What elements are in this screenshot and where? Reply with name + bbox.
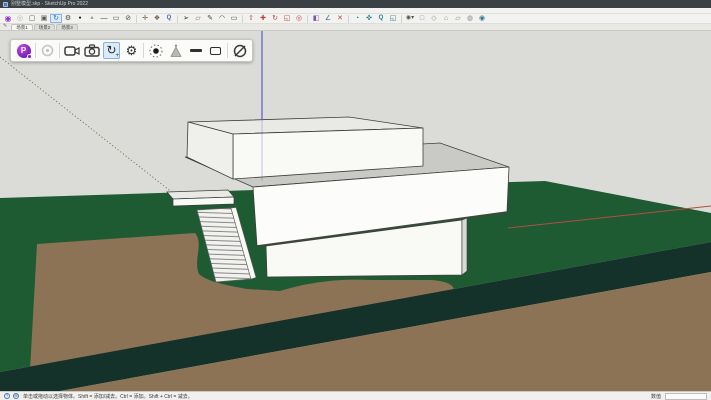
main-toolbar: ◉◎▢▣↻⚙●▲—▭⊘✛❖Q➢▱✎◠▭⇧✚↻◱◎◧∠✕◔✜Q◱◉▾□◇⌂▱◍◉	[0, 14, 711, 24]
spot-light-cone-icon	[168, 43, 184, 59]
view-side-button[interactable]: ▱	[452, 14, 464, 23]
linear-light-button[interactable]	[187, 42, 204, 59]
bottom-slab-side	[462, 218, 467, 275]
circle-dot-icon	[40, 43, 55, 58]
separator[interactable]	[401, 15, 402, 23]
render-preview-button[interactable]	[39, 42, 56, 59]
axes-tool-button[interactable]: ✕	[334, 14, 346, 23]
tape-measure-button[interactable]: ∠	[322, 14, 334, 23]
toolbar-separator	[59, 43, 60, 58]
status-icons: ?⊕	[4, 393, 19, 399]
linear-light-button[interactable]: —	[98, 14, 110, 23]
sketchup-window: 别墅模型.skp - SketchUp Pro 2022 ◉◎▢▣↻⚙●▲—▭⊘…	[0, 0, 711, 400]
spot-light-button[interactable]	[167, 42, 184, 59]
title-bar: 别墅模型.skp - SketchUp Pro 2022	[0, 0, 711, 8]
eye-off-icon	[232, 43, 248, 59]
eraser-tool-button[interactable]: ▱	[192, 14, 204, 23]
separator[interactable]	[242, 15, 243, 23]
separator[interactable]	[177, 15, 178, 23]
video-camera-icon	[64, 45, 80, 57]
area-light-icon	[210, 47, 221, 55]
separator[interactable]	[136, 15, 137, 23]
zoom-extents-button[interactable]: ◱	[387, 14, 399, 23]
push-pull-button[interactable]: ⇧	[245, 14, 257, 23]
video-camera-button[interactable]	[63, 42, 80, 59]
offset-tool-button[interactable]: ◎	[293, 14, 305, 23]
window-title: 别墅模型.skp - SketchUp Pro 2022	[11, 0, 88, 8]
viewport-3d[interactable]	[0, 31, 711, 391]
video-camera-button[interactable]: ▢	[26, 14, 38, 23]
select-tool-button[interactable]: ➢	[180, 14, 192, 23]
zoom-view-button[interactable]: Q	[375, 14, 387, 23]
hide-lights-button[interactable]: ⊘	[122, 14, 134, 23]
plugin-logo-button[interactable]: ◉	[2, 14, 14, 23]
plugin-logo-icon: P	[17, 44, 31, 58]
photo-camera-icon	[84, 44, 100, 57]
shapes-tool-button[interactable]: ▭	[228, 14, 240, 23]
toolkit-button[interactable]: ❖	[151, 14, 163, 23]
view-iso-button[interactable]: ◇	[428, 14, 440, 23]
area-light-button[interactable]	[207, 42, 224, 59]
sketchup-app-icon	[3, 2, 8, 7]
measurement-input[interactable]	[665, 393, 707, 400]
plus-badge-icon: +	[115, 53, 119, 59]
toolbar-separator	[35, 43, 36, 58]
status-bar: ?⊕ 单击或拖动以选择物体。Shift = 添加/减去。Ctrl = 添加。Sh…	[0, 391, 711, 400]
styles-dropdown-button[interactable]: ◉▾	[404, 14, 416, 23]
rotate-tool-button[interactable]: ↻	[269, 14, 281, 23]
shaded-view-button[interactable]: ◍	[464, 14, 476, 23]
linear-light-icon	[190, 49, 202, 52]
help-icon[interactable]: ?	[4, 393, 10, 399]
separator[interactable]	[307, 15, 308, 23]
render-settings-button[interactable]: ⚙	[62, 14, 74, 23]
separator[interactable]	[348, 15, 349, 23]
scene-tab[interactable]: 场景2	[34, 24, 56, 30]
camera-sync-button[interactable]: ↻ +	[103, 42, 120, 59]
render-plugin-toolbar: P ↻ + ⚙	[10, 39, 253, 62]
scene-tabs-lead-icon[interactable]: ✎	[3, 23, 7, 30]
render-preview-button[interactable]: ◎	[14, 14, 26, 23]
last-globe-button[interactable]: ◉	[476, 14, 488, 23]
plugin-logo-button[interactable]: P	[15, 42, 32, 59]
pencil-tool-button[interactable]: ✎	[204, 14, 216, 23]
orbit-tool-button[interactable]: ◔	[351, 14, 363, 23]
scene-tab[interactable]: 场景1	[11, 24, 33, 30]
scene-tabs-bar: ✎ 场景1场景2场景3	[0, 24, 711, 31]
paint-bucket-button[interactable]: ◧	[310, 14, 322, 23]
geolocation-icon[interactable]: ⊕	[13, 393, 19, 399]
scale-tool-button[interactable]: ◱	[281, 14, 293, 23]
arc-tool-button[interactable]: ◠	[216, 14, 228, 23]
toolbar-separator	[143, 43, 144, 58]
view-top-button[interactable]: □	[416, 14, 428, 23]
spot-light-button[interactable]: ▲	[86, 14, 98, 23]
photo-camera-button[interactable]: ▣	[38, 14, 50, 23]
view-front-button[interactable]: ⌂	[440, 14, 452, 23]
render-settings-button[interactable]: ⚙	[123, 42, 140, 59]
point-light-button[interactable]	[147, 42, 164, 59]
platform-front	[173, 197, 234, 206]
area-light-button[interactable]: ▭	[110, 14, 122, 23]
pan-tool-button[interactable]: ✜	[363, 14, 375, 23]
photo-camera-button[interactable]	[83, 42, 100, 59]
measurement-label: 数值	[651, 393, 661, 400]
camera-sync-button[interactable]: ↻	[50, 14, 62, 23]
point-light-button[interactable]: ●	[74, 14, 86, 23]
weld-tool-button[interactable]: ✛	[139, 14, 151, 23]
gear-icon: ⚙	[126, 42, 138, 59]
status-hint: 单击或拖动以选择物体。Shift = 添加/减去。Ctrl = 添加。Shift…	[23, 393, 193, 400]
point-light-icon	[148, 43, 164, 59]
zoom-tool-button[interactable]: Q	[163, 14, 175, 23]
toolbar-separator	[227, 43, 228, 58]
move-tool-button[interactable]: ✚	[257, 14, 269, 23]
hide-lights-button[interactable]	[231, 42, 248, 59]
scene-tab[interactable]: 场景3	[56, 24, 78, 30]
